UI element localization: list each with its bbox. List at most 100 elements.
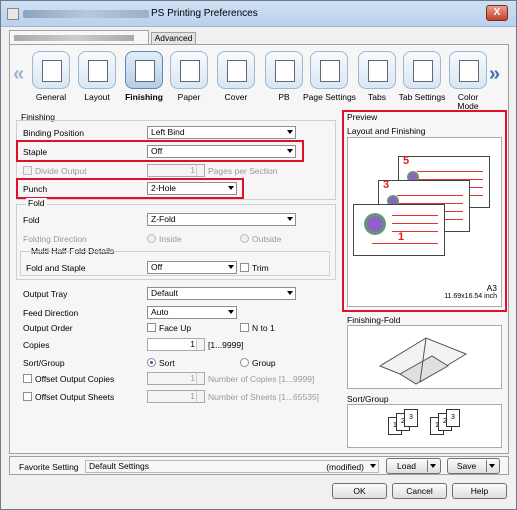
finishing-icon	[125, 51, 163, 89]
divide-output-checkbox[interactable]	[23, 166, 32, 175]
chevron-down-icon	[228, 310, 234, 314]
chevron-down-icon	[228, 265, 234, 269]
category-label: General	[35, 92, 67, 102]
chevron-down-icon	[287, 130, 293, 134]
offset-sheets-hint: Number of Sheets [1...65535]	[208, 392, 320, 402]
inside-label: Inside	[159, 234, 182, 244]
chevron-down-icon	[287, 291, 293, 295]
spinner-arrows-icon[interactable]	[196, 391, 204, 402]
preview-highlight	[342, 110, 507, 312]
divide-output-spinner[interactable]: 1	[147, 164, 205, 177]
modified-indicator: (modified)	[326, 462, 364, 472]
category-label: Layout	[84, 92, 110, 102]
n-to-1-checkbox[interactable]	[240, 323, 249, 332]
output-tray-value: Default	[151, 288, 178, 298]
fold-and-staple-label: Fold and Staple	[26, 263, 86, 273]
offset-output-copies-checkbox[interactable]	[23, 374, 32, 383]
trim-label: Trim	[252, 263, 269, 273]
sort-group-preview-label: Sort/Group	[347, 394, 389, 404]
divide-output-value: 1	[190, 165, 195, 175]
load-label: Load	[397, 461, 416, 471]
chevron-down-icon	[489, 464, 495, 468]
category-label: Page Settings	[303, 92, 356, 102]
layout-icon	[78, 51, 116, 89]
offset-sheets-spinner[interactable]: 1	[147, 390, 205, 403]
offset-copies-spinner[interactable]: 1	[147, 372, 205, 385]
output-tray-label: Output Tray	[23, 289, 68, 299]
printing-preferences-window: PS Printing Preferences X Advanced « » G…	[0, 0, 517, 510]
category-paper[interactable]: Paper	[163, 51, 215, 107]
feed-direction-select[interactable]: Auto	[147, 306, 237, 319]
copies-label: Copies	[23, 340, 50, 350]
paper-icon	[170, 51, 208, 89]
spinner-arrows-icon[interactable]	[196, 373, 204, 384]
divide-output-unit: Pages per Section	[208, 166, 278, 176]
group-radio[interactable]	[240, 358, 249, 367]
copies-spinner[interactable]: 1	[147, 338, 205, 351]
offset-sheets-value: 1	[190, 391, 195, 401]
page-settings-icon	[310, 51, 348, 89]
offset-output-sheets-checkbox[interactable]	[23, 392, 32, 401]
blurred-tab-label	[14, 35, 134, 41]
feed-direction-value: Auto	[151, 307, 169, 317]
category-color-mode[interactable]: Color Mode	[442, 51, 494, 111]
fold-select[interactable]: Z-Fold	[147, 213, 296, 226]
face-up-checkbox[interactable]	[147, 323, 156, 332]
staple-highlight	[16, 140, 304, 162]
binding-position-select[interactable]: Left Bind	[147, 126, 296, 139]
page-icon: 3	[404, 409, 418, 427]
offset-output-copies-label: Offset Output Copies	[35, 374, 115, 384]
printer-icon	[7, 8, 19, 20]
fold-label: Fold	[23, 215, 40, 225]
spinner-arrows-icon[interactable]	[196, 165, 204, 176]
save-label: Save	[456, 461, 477, 471]
sort-option-label: Sort	[159, 358, 175, 368]
outside-radio[interactable]	[240, 234, 249, 243]
category-general[interactable]: General	[25, 51, 77, 107]
punch-highlight	[16, 178, 244, 199]
tab-main[interactable]	[9, 30, 149, 44]
n-to-1-label: N to 1	[252, 323, 275, 333]
sort-radio[interactable]	[147, 358, 156, 367]
output-tray-select[interactable]: Default	[147, 287, 296, 300]
offset-copies-hint: Number of Copies [1...9999]	[208, 374, 315, 384]
inside-radio[interactable]	[147, 234, 156, 243]
close-button[interactable]: X	[486, 5, 508, 21]
ok-button[interactable]: OK	[332, 483, 387, 499]
help-button[interactable]: Help	[452, 483, 507, 499]
tab-settings-icon	[403, 51, 441, 89]
scroll-left-icon[interactable]: «	[13, 63, 24, 86]
offset-output-sheets-label: Offset Output Sheets	[35, 392, 115, 402]
save-button[interactable]: Save	[447, 458, 500, 474]
group-option-label: Group	[252, 358, 276, 368]
category-cover[interactable]: Cover	[210, 51, 262, 107]
spinner-arrows-icon[interactable]	[196, 339, 204, 350]
window-title: PS Printing Preferences	[151, 8, 258, 19]
fold-and-staple-value: Off	[151, 262, 163, 272]
sort-group-preview: 1 2 3 1 2 3	[347, 404, 502, 448]
copies-range: [1...9999]	[208, 340, 244, 350]
tab-advanced[interactable]: Advanced	[151, 32, 196, 44]
category-label: Tab Settings	[398, 92, 446, 102]
color-mode-icon	[449, 51, 487, 89]
favorite-setting-select[interactable]: Default Settings (modified)	[85, 460, 379, 473]
cancel-button[interactable]: Cancel	[392, 483, 447, 499]
trim-checkbox[interactable]	[240, 263, 249, 272]
chevron-down-icon	[430, 464, 436, 468]
face-up-label: Face Up	[159, 323, 192, 333]
category-tab-settings[interactable]: Tab Settings	[396, 51, 448, 107]
category-page-settings[interactable]: Page Settings	[303, 51, 356, 107]
output-order-label: Output Order	[23, 323, 73, 333]
offset-copies-value: 1	[190, 373, 195, 383]
favorite-setting-value: Default Settings	[89, 461, 150, 471]
category-layout[interactable]: Layout	[71, 51, 123, 107]
feed-direction-label: Feed Direction	[23, 308, 79, 318]
load-button[interactable]: Load	[386, 458, 441, 474]
sort-group-label: Sort/Group	[23, 358, 65, 368]
fold-and-staple-select[interactable]: Off	[147, 261, 237, 274]
z-fold-icon	[378, 337, 468, 385]
copies-value: 1	[190, 339, 195, 349]
tabs-icon	[358, 51, 396, 89]
finishing-fold-preview	[347, 325, 502, 389]
binding-position-value: Left Bind	[151, 127, 185, 137]
